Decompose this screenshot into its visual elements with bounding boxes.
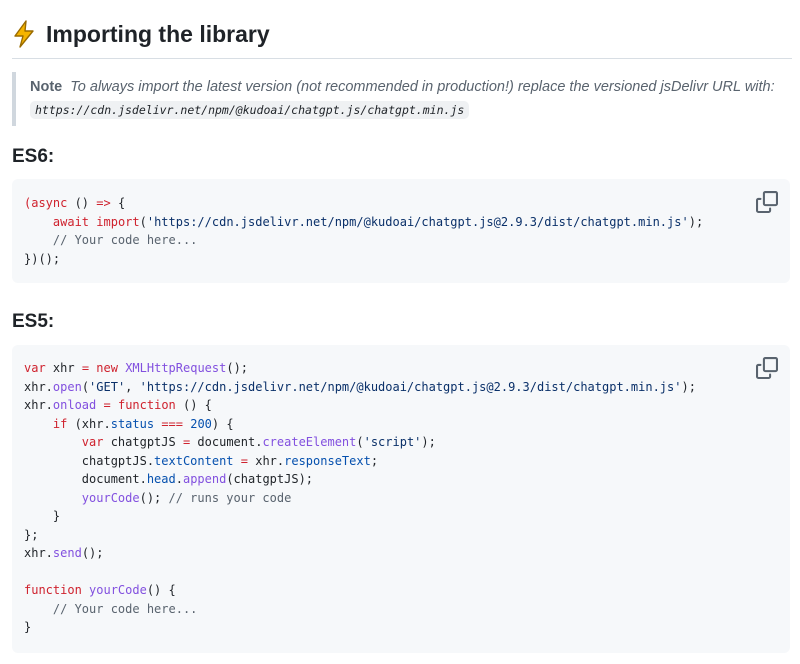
code-line: xhr.open('GET', 'https://cdn.jsdelivr.ne… (24, 379, 696, 394)
code-line: var xhr = new XMLHttpRequest(); (24, 361, 249, 375)
note-url: https://cdn.jsdelivr.net/npm/@kudoai/cha… (30, 101, 470, 119)
note-blockquote: Note To always import the latest version… (12, 72, 800, 126)
code-line: // Your code here... (24, 233, 198, 247)
es6-code-block: (async () => { await import('https://cdn… (12, 179, 790, 283)
code-line: xhr.send(); (24, 546, 104, 560)
code-line: if (xhr.status === 200) { (52, 416, 234, 431)
code-line: })(); (24, 251, 61, 266)
code-line: } (24, 620, 32, 634)
copy-icon[interactable] (756, 191, 778, 213)
code-line: }; (24, 527, 39, 542)
code-line: } (24, 509, 61, 523)
code-line: // Your code here... (24, 601, 198, 616)
section-heading: Importing the library (12, 20, 792, 59)
es6-code: (async () => { await import('https://cdn… (12, 179, 790, 268)
code-line: (async () => { (24, 196, 126, 210)
copy-icon[interactable] (756, 357, 778, 379)
code-line: document.head.append(chatgptJS); (24, 472, 314, 486)
code-line: var chatgptJS = document.createElement('… (81, 435, 436, 449)
code-line: await import('https://cdn.jsdelivr.net/n… (52, 214, 704, 229)
es6-heading: ES6: (12, 146, 55, 167)
es5-code: var xhr = new XMLHttpRequest(); xhr.open… (12, 345, 790, 637)
code-line: xhr.onload = function () { (24, 398, 212, 412)
page-title: Importing the library (46, 20, 270, 47)
note-label: Note (30, 79, 63, 95)
code-line: chatgptJS.textContent = xhr.responseText… (24, 453, 379, 468)
es5-code-block: var xhr = new XMLHttpRequest(); xhr.open… (12, 345, 790, 653)
note-text: To always import the latest version (not… (70, 79, 775, 95)
es5-heading: ES5: (12, 311, 55, 332)
code-line: function yourCode() { (24, 583, 176, 597)
code-line: yourCode(); // runs your code (81, 490, 292, 505)
lightning-bolt-icon (14, 20, 34, 48)
